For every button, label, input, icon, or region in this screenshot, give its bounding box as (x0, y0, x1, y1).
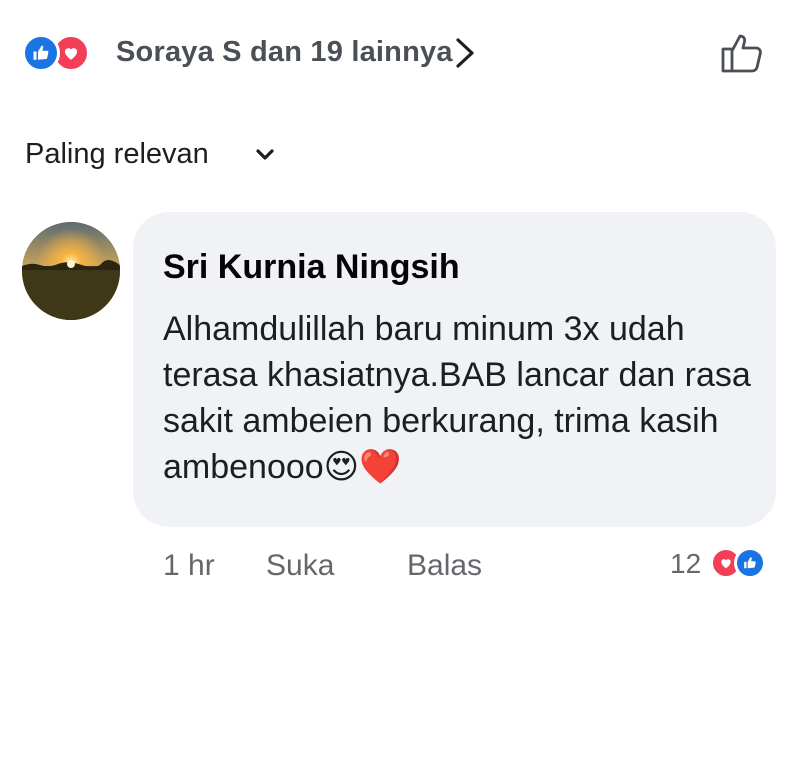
reaction-summary-icons[interactable] (22, 34, 94, 72)
comment-author[interactable]: Sri Kurnia Ningsih (163, 248, 460, 287)
chevron-right-icon[interactable] (452, 36, 478, 70)
reaction-count[interactable]: 12 (670, 548, 701, 580)
sort-dropdown-label[interactable]: Paling relevan (25, 138, 209, 171)
comment-reaction-icons[interactable] (710, 547, 768, 581)
reactors-summary[interactable]: Soraya S dan 19 lainnya (116, 36, 453, 69)
avatar[interactable] (22, 222, 120, 320)
chevron-down-icon[interactable] (254, 144, 276, 166)
comment-text: Alhamdulillah baru minum 3x udah terasa … (163, 310, 751, 486)
reply-button[interactable]: Balas (407, 549, 482, 583)
like-outline-icon[interactable] (718, 28, 766, 76)
like-reaction-icon (22, 34, 60, 72)
like-reaction-icon (734, 547, 766, 579)
like-button[interactable]: Suka (266, 549, 334, 583)
comment-timestamp[interactable]: 1 hr (163, 549, 215, 583)
